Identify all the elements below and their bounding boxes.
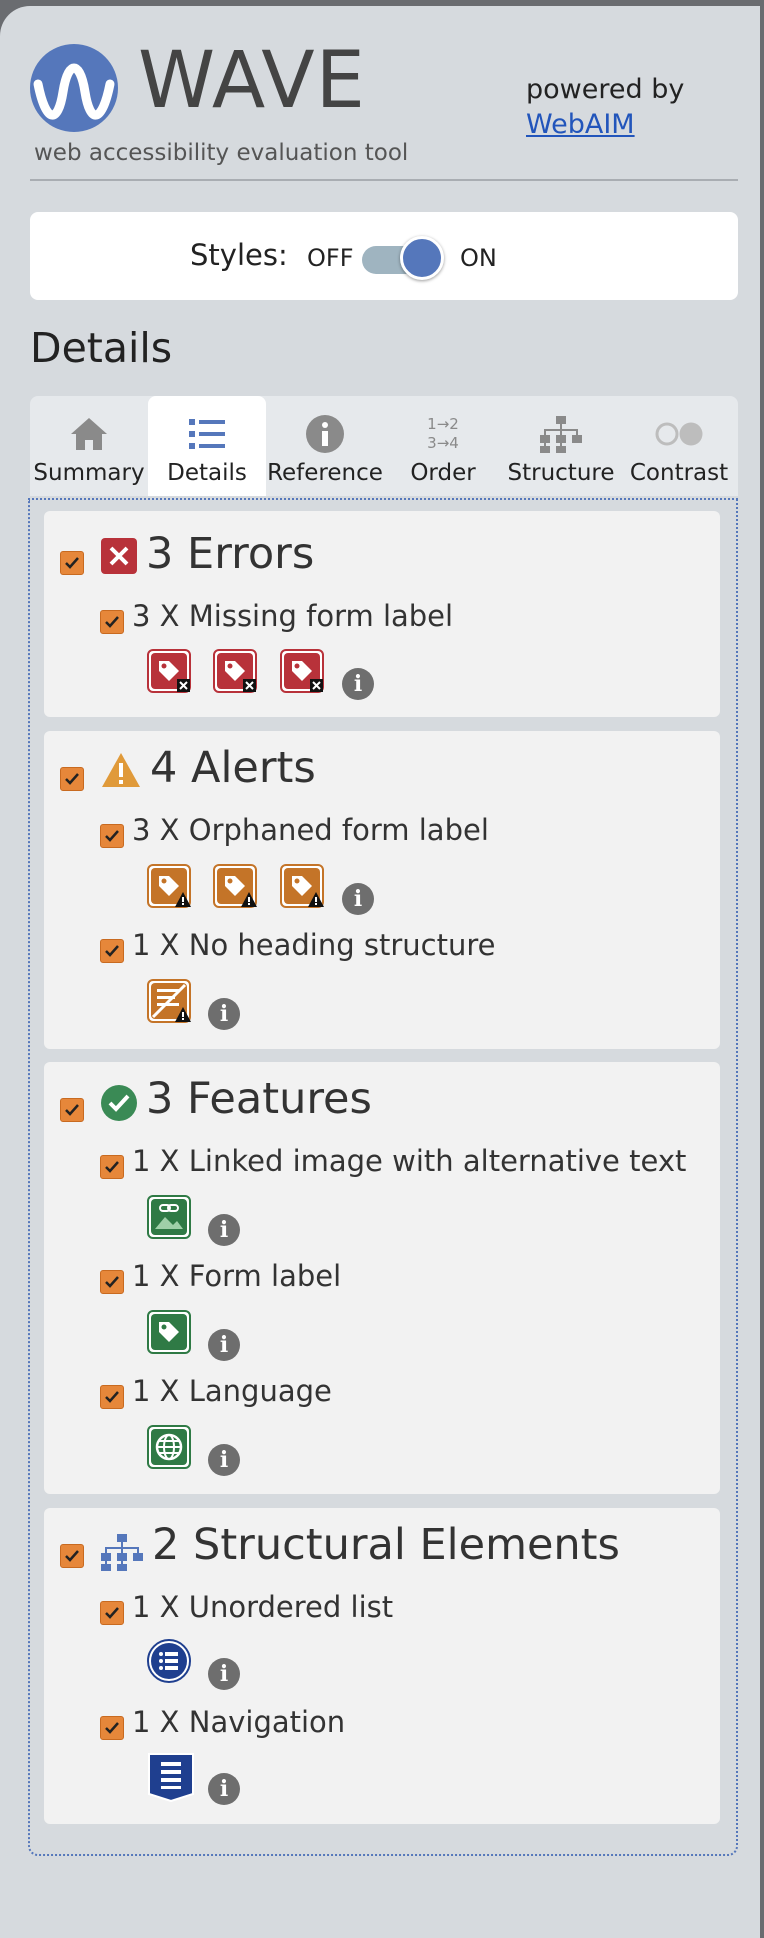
error-icon: [101, 538, 137, 574]
wave-sidebar-panel: WAVE web accessibility evaluation tool p…: [0, 6, 760, 1938]
info-icon[interactable]: i: [208, 1214, 240, 1246]
styles-toggle-card: Styles: OFF ON: [30, 212, 738, 300]
info-icon[interactable]: i: [208, 998, 240, 1030]
orphaned-form-label-checkbox[interactable]: [100, 824, 124, 848]
linked-image-alt-checkbox[interactable]: [100, 1155, 124, 1179]
tab-summary[interactable]: Summary: [30, 396, 148, 496]
info-icon: [306, 415, 344, 453]
header-divider: [30, 179, 738, 181]
unordered-list-checkbox[interactable]: [100, 1601, 124, 1625]
errors-checkbox[interactable]: [60, 551, 84, 575]
feature-check-icon: [101, 1085, 137, 1121]
structural-elements-group: 2 Structural Elements 1 X Unordered list…: [44, 1508, 720, 1824]
wave-tagline: web accessibility evaluation tool: [34, 140, 409, 166]
alerts-title: 4 Alerts: [150, 743, 316, 793]
webaim-link[interactable]: WebAIM: [526, 107, 684, 142]
info-icon[interactable]: i: [208, 1329, 240, 1361]
orphaned-form-label-text: 3 X Orphaned form label: [132, 813, 489, 847]
no-heading-structure-checkbox[interactable]: [100, 939, 124, 963]
form-label-icon[interactable]: [147, 1310, 191, 1354]
styles-toggle-switch[interactable]: [400, 236, 444, 280]
styles-on-label: ON: [460, 244, 497, 272]
tab-bar: Summary Details Reference 1→2 3→4 Order …: [30, 396, 738, 496]
contrast-icon: [655, 422, 703, 446]
powered-by-label: powered by: [526, 74, 685, 105]
tab-structure[interactable]: Structure: [502, 396, 620, 496]
orphaned-form-label-icon[interactable]: [213, 864, 257, 908]
alert-icon: [102, 753, 140, 787]
info-icon[interactable]: i: [342, 668, 374, 700]
structural-elements-title: 2 Structural Elements: [152, 1520, 620, 1570]
language-checkbox[interactable]: [100, 1385, 124, 1409]
tab-contrast-label: Contrast: [629, 460, 729, 486]
order-icon-line-1: 1→2: [427, 415, 459, 433]
orphaned-form-label-icon[interactable]: [280, 864, 324, 908]
language-text: 1 X Language: [132, 1374, 332, 1408]
structure-icon: [540, 416, 582, 453]
order-icon-line-2: 3→4: [427, 434, 459, 452]
form-label-text: 1 X Form label: [132, 1259, 342, 1293]
missing-form-label-checkbox[interactable]: [100, 610, 124, 634]
home-icon: [71, 418, 107, 450]
no-heading-structure-text: 1 X No heading structure: [132, 928, 496, 962]
language-globe-icon[interactable]: [147, 1425, 191, 1469]
errors-group: 3 Errors 3 X Missing form label i: [44, 511, 720, 717]
wave-logo-text: WAVE: [138, 36, 366, 126]
tab-reference[interactable]: Reference: [266, 396, 384, 496]
structure-tree-icon: [101, 1534, 143, 1571]
styles-off-label: OFF: [307, 244, 354, 272]
unordered-list-text: 1 X Unordered list: [132, 1590, 394, 1624]
linked-image-icon[interactable]: [147, 1195, 191, 1239]
linked-image-alt-text: 1 X Linked image with alternative text: [132, 1144, 687, 1178]
features-group: 3 Features 1 X Linked image with alterna…: [44, 1062, 720, 1494]
panel-title: Details: [30, 324, 173, 372]
info-icon[interactable]: i: [208, 1773, 240, 1805]
missing-form-label-icon[interactable]: [213, 649, 257, 693]
order-icon: 1→2 3→4: [384, 412, 502, 456]
alerts-group: 4 Alerts 3 X Orphaned form label i 1 X N…: [44, 731, 720, 1049]
tab-details[interactable]: Details: [148, 396, 266, 496]
navigation-checkbox[interactable]: [100, 1716, 124, 1740]
list-icon: [189, 419, 225, 449]
unordered-list-icon[interactable]: [147, 1639, 191, 1683]
wave-logo-icon: [30, 44, 118, 132]
info-icon[interactable]: i: [208, 1658, 240, 1690]
features-checkbox[interactable]: [60, 1098, 84, 1122]
tab-contrast[interactable]: Contrast: [620, 396, 738, 496]
missing-form-label-icon[interactable]: [280, 649, 324, 693]
features-title: 3 Features: [146, 1074, 372, 1124]
info-icon[interactable]: i: [208, 1444, 240, 1476]
missing-form-label-icon[interactable]: [147, 649, 191, 693]
errors-title: 3 Errors: [146, 529, 315, 579]
alerts-checkbox[interactable]: [60, 767, 84, 791]
navigation-icon[interactable]: [147, 1752, 195, 1802]
powered-by: powered by WebAIM: [526, 72, 684, 142]
orphaned-form-label-icon[interactable]: [147, 864, 191, 908]
structural-elements-checkbox[interactable]: [60, 1544, 84, 1568]
form-label-checkbox[interactable]: [100, 1270, 124, 1294]
wave-header: WAVE web accessibility evaluation tool p…: [30, 36, 738, 184]
info-icon[interactable]: i: [342, 883, 374, 915]
styles-label: Styles:: [190, 238, 288, 272]
tab-order[interactable]: 1→2 3→4 Order: [384, 396, 502, 496]
missing-form-label-text: 3 X Missing form label: [132, 599, 454, 633]
no-heading-structure-icon[interactable]: [147, 979, 191, 1023]
navigation-text: 1 X Navigation: [132, 1705, 346, 1739]
